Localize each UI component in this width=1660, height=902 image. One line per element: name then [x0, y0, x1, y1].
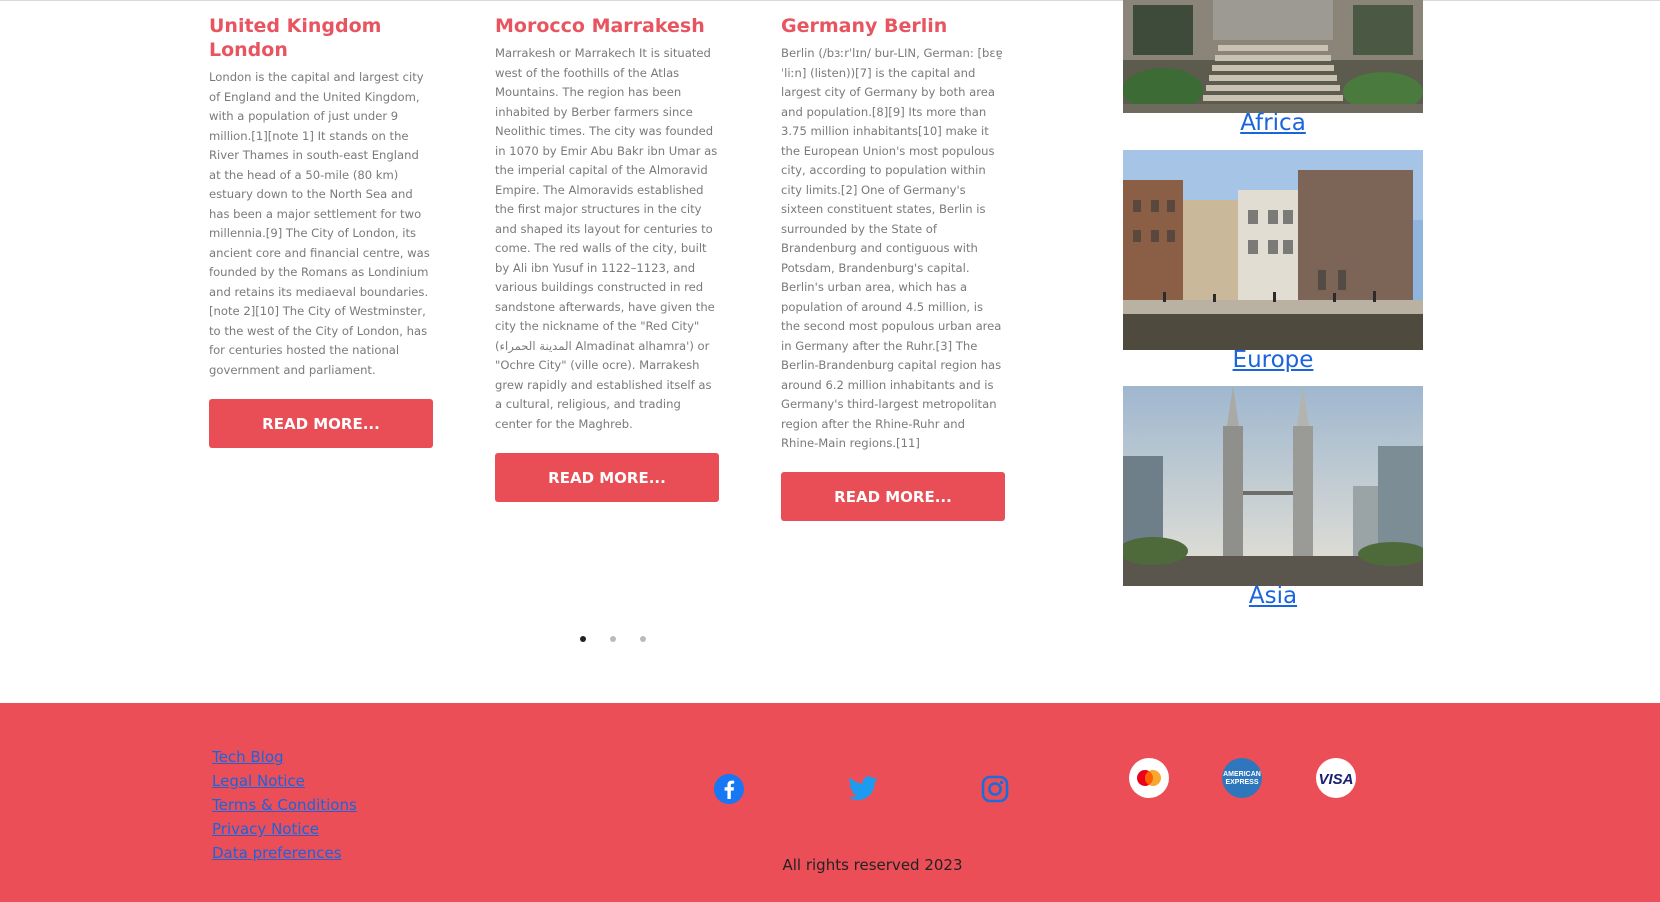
carousel-pagination	[575, 633, 655, 645]
read-more-button-berlin[interactable]: Read more...	[781, 472, 1005, 521]
region-link-africa[interactable]: Africa	[1123, 110, 1423, 136]
instagram-icon[interactable]	[979, 773, 1011, 805]
europe-photo[interactable]	[1123, 150, 1423, 350]
card-description: London is the capital and largest city o…	[209, 70, 430, 377]
carousel-dot-2[interactable]	[610, 636, 616, 642]
carousel-dot-1[interactable]	[580, 636, 586, 642]
africa-photo[interactable]	[1123, 0, 1423, 113]
card-description: Berlin (/bɜːrˈlɪn/ bur-LIN, German: [bɛɐ…	[781, 46, 1003, 450]
american-express-icon: AMERICAN EXPRESS	[1222, 758, 1262, 798]
footer-links: Tech Blog Legal Notice Terms & Condition…	[212, 745, 357, 865]
read-more-button-marrakesh[interactable]: Read more...	[495, 453, 719, 502]
card-title: United Kingdom London	[209, 15, 382, 61]
footer-link-legal-notice[interactable]: Legal Notice	[212, 772, 305, 790]
twitter-icon[interactable]	[847, 773, 879, 805]
destination-card-london: United Kingdom London London is the capi…	[209, 14, 433, 380]
copyright-text: All rights reserved 2023	[782, 856, 963, 874]
footer-link-tech-blog[interactable]: Tech Blog	[212, 748, 284, 766]
site-footer: Tech Blog Legal Notice Terms & Condition…	[0, 703, 1660, 902]
footer-link-terms[interactable]: Terms & Conditions	[212, 796, 357, 814]
destination-card-berlin: Germany Berlin Berlin (/bɜːrˈlɪn/ bur-LI…	[781, 14, 1005, 454]
carousel-dot-3[interactable]	[640, 636, 646, 642]
card-description: Marrakesh or Marrakech It is situated we…	[495, 46, 718, 431]
visa-text: VISA	[1318, 771, 1353, 788]
mastercard-icon	[1129, 758, 1169, 798]
card-title: Morocco Marrakesh	[495, 15, 705, 37]
footer-link-privacy[interactable]: Privacy Notice	[212, 820, 319, 838]
region-link-europe[interactable]: Europe	[1123, 347, 1423, 373]
amex-text-bottom: EXPRESS	[1225, 779, 1258, 786]
region-link-asia[interactable]: Asia	[1123, 583, 1423, 609]
asia-photo[interactable]	[1123, 386, 1423, 586]
visa-icon: VISA	[1316, 758, 1356, 798]
destination-card-marrakesh: Morocco Marrakesh Marrakesh or Marrakech…	[495, 14, 719, 434]
amex-text-top: AMERICAN	[1223, 771, 1261, 778]
card-title: Germany Berlin	[781, 15, 948, 37]
read-more-button-london[interactable]: Read more...	[209, 399, 433, 448]
facebook-icon[interactable]	[713, 773, 745, 805]
footer-link-data-preferences[interactable]: Data preferences	[212, 844, 342, 862]
